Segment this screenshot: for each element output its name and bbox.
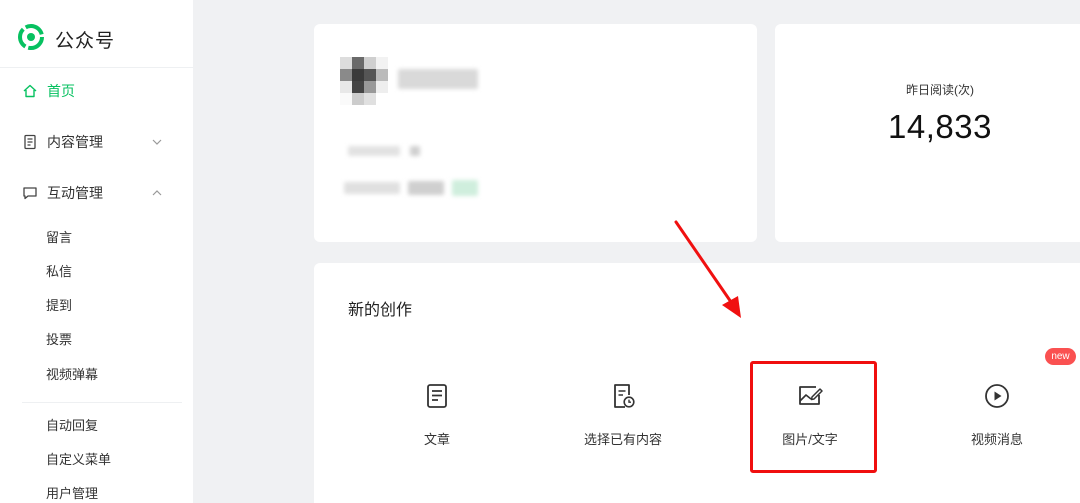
create-video-message-button[interactable]: 视频消息 (917, 383, 1077, 448)
sidebar-item-label: 互动管理 (47, 185, 103, 201)
account-info-redacted (410, 146, 420, 156)
chevron-down-icon[interactable] (150, 135, 164, 149)
divider (0, 67, 193, 68)
existing-content-icon (610, 383, 636, 409)
divider (22, 402, 182, 403)
create-item-label: 视频消息 (970, 432, 1023, 447)
sidebar-subitem-mentions[interactable]: 提到 (46, 297, 72, 315)
sidebar-item-label: 首页 (47, 83, 75, 99)
chevron-up-icon[interactable] (150, 186, 164, 200)
highlight-box (750, 361, 877, 473)
section-title: 新的创作 (348, 302, 413, 319)
sidebar-subitem-custom-menu[interactable]: 自定义菜单 (46, 451, 111, 469)
article-icon (424, 383, 450, 409)
account-status-redacted (452, 180, 478, 196)
create-item-label: 选择已有内容 (583, 432, 662, 447)
stat-label: 昨日阅读(次) (906, 83, 974, 97)
stat-value: 14,833 (888, 108, 992, 145)
account-info-redacted (344, 182, 400, 194)
chat-bubble-icon (22, 185, 38, 201)
account-info-redacted (348, 146, 400, 156)
app-title: 公众号 (55, 31, 116, 52)
wechat-official-logo-icon (16, 22, 46, 57)
create-article-button[interactable]: 文章 (357, 383, 517, 448)
account-profile-card (314, 24, 757, 242)
sidebar-subitem-messages[interactable]: 私信 (46, 263, 72, 281)
account-name-redacted (398, 69, 478, 89)
sidebar-subitem-comments[interactable]: 留言 (46, 229, 72, 247)
sidebar-subitem-auto-reply[interactable]: 自动回复 (46, 417, 98, 435)
create-item-label: 文章 (423, 432, 450, 447)
yesterday-reads-card: 昨日阅读(次) 14,833 (775, 24, 1080, 242)
sidebar-subitem-video-danmaku[interactable]: 视频弹幕 (46, 366, 98, 384)
new-creation-card: 新的创作 文章 选择已有内容 图片/文字 视频消息 (314, 263, 1080, 503)
sidebar: 公众号 首页 内容管理 互动管理 留言 私信 提到 投票 视频弹幕 自动回复 自… (0, 0, 193, 503)
avatar[interactable] (340, 57, 388, 105)
account-info-redacted (408, 181, 444, 195)
new-badge: new (1045, 348, 1076, 365)
home-icon (22, 83, 38, 99)
sidebar-item-interaction-management[interactable]: 互动管理 (22, 182, 103, 204)
sidebar-subitem-user-management[interactable]: 用户管理 (46, 485, 98, 503)
sidebar-subitem-votes[interactable]: 投票 (46, 331, 72, 349)
app-logo[interactable]: 公众号 (16, 22, 115, 57)
select-existing-content-button[interactable]: 选择已有内容 (543, 383, 703, 448)
video-message-icon (984, 383, 1010, 409)
sidebar-item-home[interactable]: 首页 (22, 80, 75, 102)
sidebar-item-label: 内容管理 (47, 134, 103, 150)
sidebar-item-content-management[interactable]: 内容管理 (22, 131, 103, 153)
document-icon (22, 134, 38, 150)
